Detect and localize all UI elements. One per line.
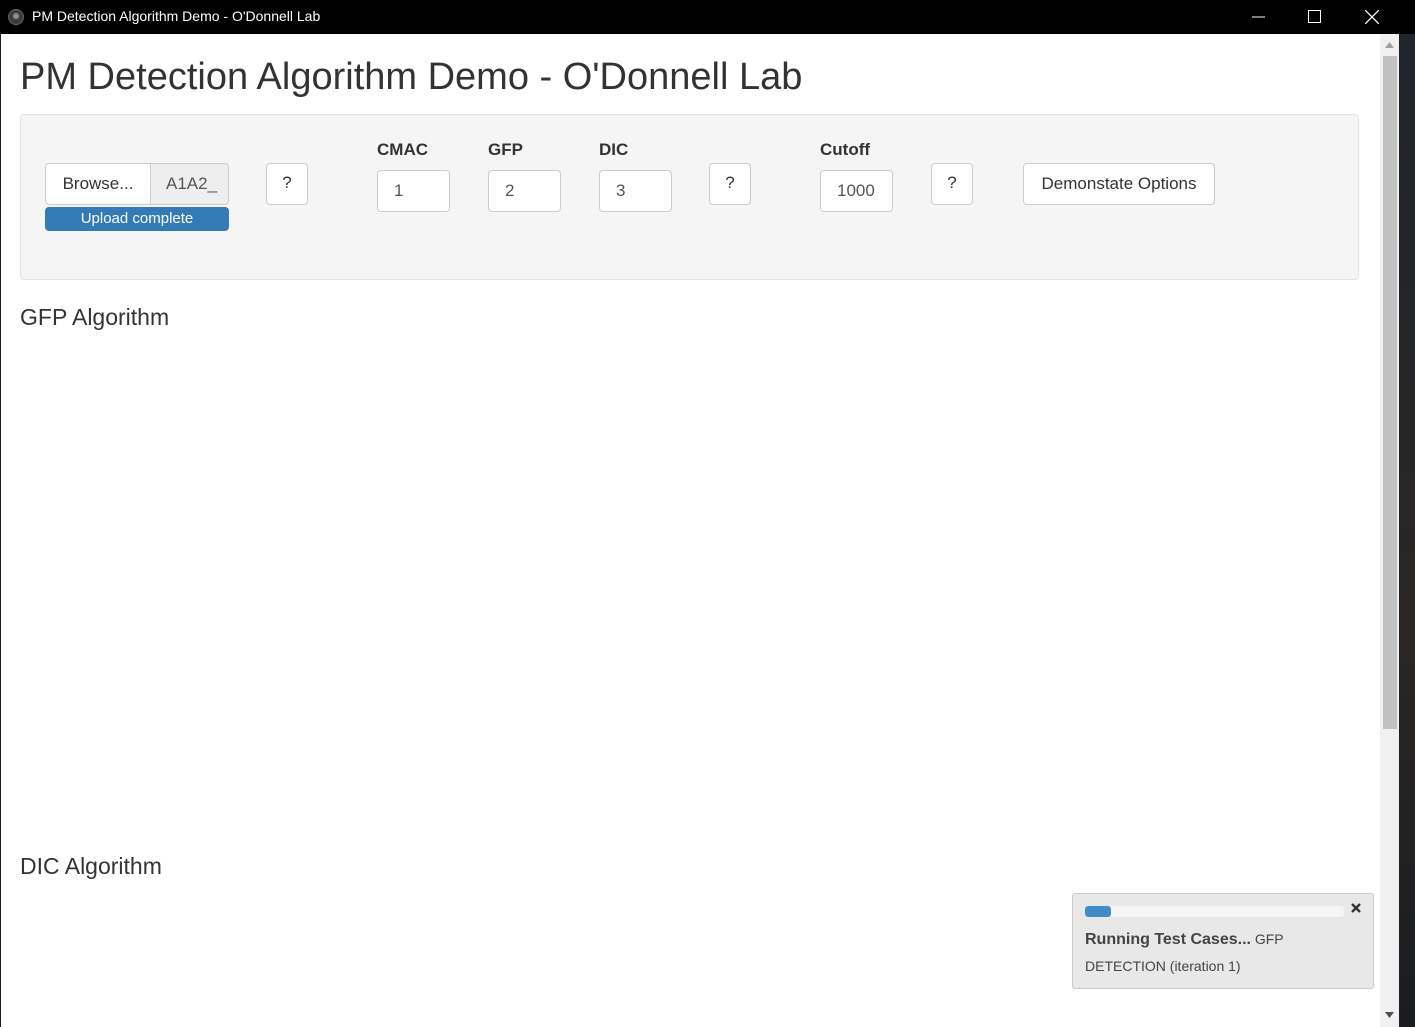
file-help-button[interactable]: ? xyxy=(266,163,308,205)
notification-close-icon[interactable] xyxy=(1349,901,1363,915)
page-title: PM Detection Algorithm Demo - O'Donnell … xyxy=(20,56,803,98)
controls-panel: Browse... A1A2_ Upload complete ? CMAC G… xyxy=(20,114,1359,280)
upload-progress-bar: Upload complete xyxy=(45,207,229,231)
minimize-icon xyxy=(1252,16,1265,18)
dic-label: DIC xyxy=(599,140,629,159)
scroll-up-icon[interactable] xyxy=(1385,42,1394,48)
minimize-button[interactable] xyxy=(1231,0,1287,34)
notification-progress-bar xyxy=(1085,906,1344,917)
maximize-button[interactable] xyxy=(1287,0,1343,34)
scrollbar-thumb[interactable] xyxy=(1383,56,1397,729)
cmac-input[interactable] xyxy=(377,170,450,212)
desktop-background xyxy=(1400,34,1415,1027)
notification-text: Running Test Cases... GFP DETECTION (ite… xyxy=(1085,926,1290,979)
cutoff-label: Cutoff xyxy=(820,140,871,159)
demonstrate-options-button[interactable]: Demonstate Options xyxy=(1023,163,1215,205)
app-globe-icon xyxy=(8,9,24,25)
dic-algorithm-heading: DIC Algorithm xyxy=(20,853,162,879)
maximize-icon xyxy=(1308,10,1321,23)
file-name-field: A1A2_ xyxy=(150,163,229,205)
cutoff-help-button[interactable]: ? xyxy=(931,163,973,205)
gfp-label: GFP xyxy=(488,140,523,159)
close-window-button[interactable] xyxy=(1344,0,1400,34)
app-content: PM Detection Algorithm Demo - O'Donnell … xyxy=(1,34,1380,1027)
close-icon xyxy=(1365,10,1379,24)
gfp-algorithm-heading: GFP Algorithm xyxy=(20,304,170,330)
notification-progress-fill xyxy=(1085,906,1111,917)
window-titlebar: PM Detection Algorithm Demo - O'Donnell … xyxy=(0,0,1415,34)
dic-input[interactable] xyxy=(599,170,672,212)
window-title: PM Detection Algorithm Demo - O'Donnell … xyxy=(32,8,321,24)
scroll-down-icon[interactable] xyxy=(1385,1012,1394,1018)
channel-help-button[interactable]: ? xyxy=(709,163,751,205)
file-input-group: Browse... A1A2_ xyxy=(45,163,229,205)
progress-notification: Running Test Cases... GFP DETECTION (ite… xyxy=(1072,893,1374,989)
notification-message: Running Test Cases... xyxy=(1085,931,1251,948)
gfp-input[interactable] xyxy=(488,170,561,212)
cmac-label: CMAC xyxy=(377,140,428,159)
cutoff-input[interactable] xyxy=(820,170,893,212)
vertical-scrollbar[interactable] xyxy=(1380,34,1399,1027)
browse-button[interactable]: Browse... xyxy=(45,163,151,205)
